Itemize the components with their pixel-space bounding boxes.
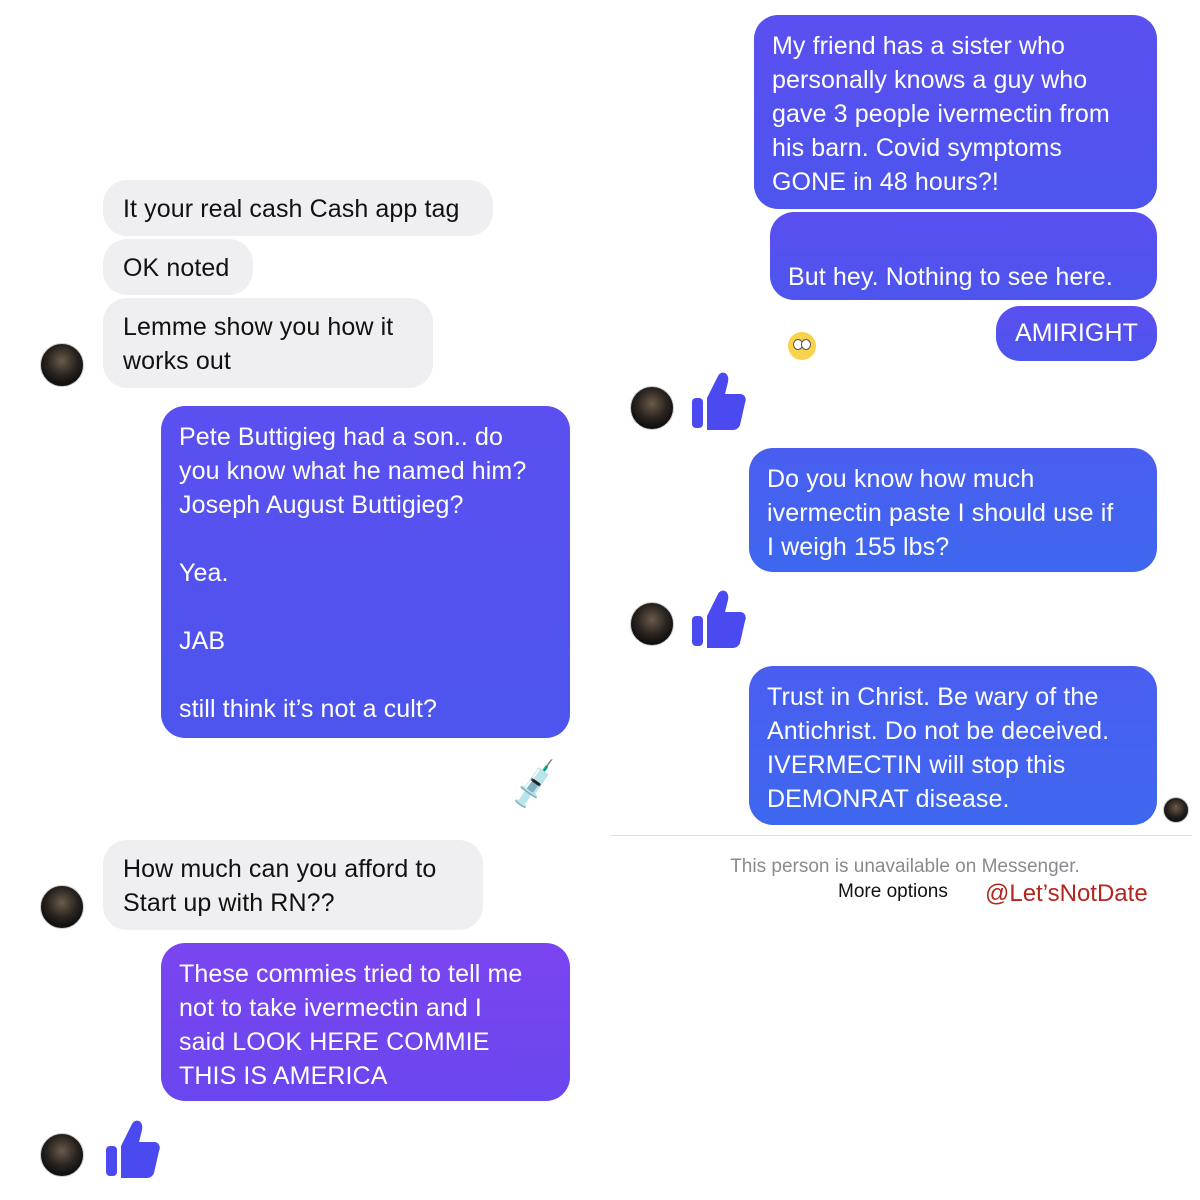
contact-avatar[interactable] (40, 1133, 84, 1177)
contact-avatar[interactable] (40, 343, 84, 387)
watermark: @Let’sNotDate (985, 880, 1148, 907)
thumbs-up-icon[interactable] (104, 1118, 160, 1180)
contact-avatar[interactable] (630, 386, 674, 430)
incoming-message[interactable]: How much can you afford to Start up with… (103, 840, 483, 930)
outgoing-message[interactable]: These commies tried to tell me not to ta… (161, 943, 570, 1101)
outgoing-message[interactable]: But hey. Nothing to see here. (770, 212, 1157, 361)
incoming-message[interactable]: Lemme show you how it works out (103, 298, 433, 388)
message-text: But hey. Nothing to see here. (788, 263, 1113, 291)
outgoing-message[interactable]: My friend has a sister who personally kn… (754, 15, 1157, 209)
more-options-link[interactable]: More options (838, 881, 948, 903)
eye-roll-emoji (788, 332, 816, 361)
thumbs-up-icon[interactable] (690, 588, 746, 650)
divider (610, 835, 1192, 836)
outgoing-message[interactable]: Do you know how much ivermectin paste I … (749, 448, 1157, 572)
thumbs-up-icon[interactable] (690, 370, 746, 432)
incoming-message[interactable]: It your real cash Cash app tag (103, 180, 493, 236)
syringe-emoji: 💉 (506, 759, 564, 811)
outgoing-message[interactable]: Pete Buttigieg had a son.. do you know w… (161, 406, 570, 738)
contact-avatar[interactable] (40, 885, 84, 929)
read-receipt-avatar (1163, 797, 1189, 823)
contact-avatar[interactable] (630, 602, 674, 646)
incoming-message[interactable]: OK noted (103, 239, 253, 295)
outgoing-message[interactable]: AMIRIGHT (996, 306, 1157, 361)
outgoing-message[interactable]: Trust in Christ. Be wary of the Antichri… (749, 666, 1157, 825)
unavailable-notice: This person is unavailable on Messenger. (730, 856, 1080, 877)
